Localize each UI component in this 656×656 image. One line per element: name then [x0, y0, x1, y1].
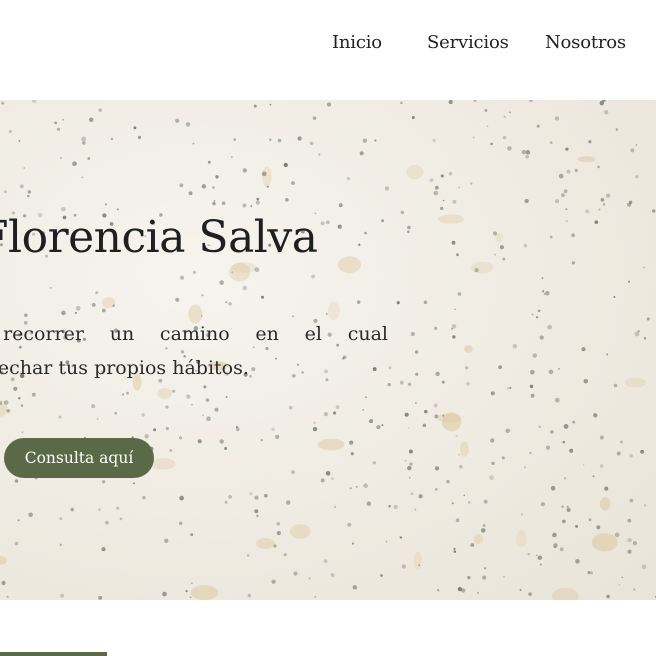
hero-description: a recorrer un camino en el cual cosechar…	[0, 317, 388, 385]
next-section	[0, 600, 656, 656]
hero-section: Florencia Salva a recorrer un camino en …	[0, 100, 656, 600]
top-navigation: Inicio Servicios Nosotros	[0, 0, 656, 100]
hero-title: Florencia Salva	[0, 212, 318, 263]
nav-link-nosotros[interactable]: Nosotros	[545, 31, 626, 55]
page: Inicio Servicios Nosotros Florencia Salv…	[0, 0, 656, 656]
nav-link-inicio[interactable]: Inicio	[332, 31, 382, 55]
hero-description-line-2: cosechar tus propios hábitos.	[0, 357, 249, 379]
section-accent-bar	[0, 652, 107, 656]
hero-description-line-1: a recorrer un camino en el cual	[0, 323, 388, 345]
nav-link-servicios[interactable]: Servicios	[427, 31, 509, 55]
consulta-button[interactable]: Consulta aquí	[4, 438, 154, 478]
